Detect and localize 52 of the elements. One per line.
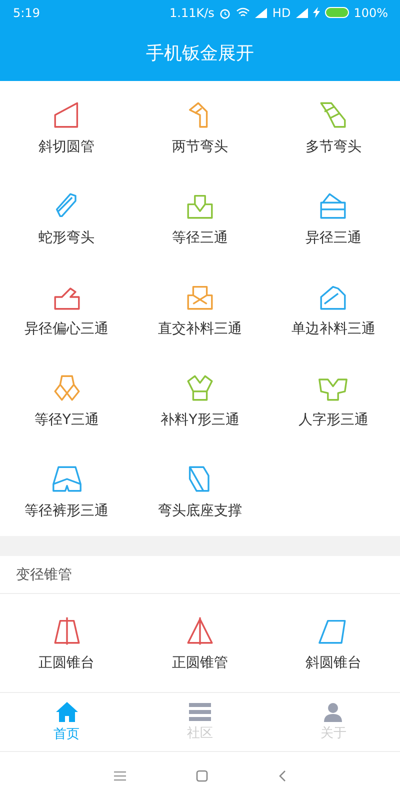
menu-label: 斜切圆管: [38, 138, 95, 156]
menu-item[interactable]: 等径Y三通: [0, 354, 134, 445]
menu-item[interactable]: 单边补料三通: [266, 263, 400, 354]
menu-item[interactable]: 多节弯头: [266, 81, 400, 172]
menu-item[interactable]: 斜切圆管: [0, 81, 134, 172]
menu-item[interactable]: 异径偏心三通: [0, 263, 134, 354]
list-icon: [188, 702, 211, 722]
menu-item[interactable]: 补料Y形三通: [133, 354, 267, 445]
back-icon[interactable]: [278, 770, 286, 782]
menu-item[interactable]: 异径三通: [266, 172, 400, 263]
menu-label: 异径偏心三通: [24, 320, 109, 338]
menu-label: 直交补料三通: [158, 320, 242, 338]
network-type: HD: [272, 6, 291, 20]
menu-label: 正圆锥台: [38, 654, 95, 672]
menu-label: 多节弯头: [305, 138, 362, 156]
menu-item[interactable]: 等径裤形三通: [0, 445, 134, 536]
alarm-icon: [219, 6, 232, 18]
section-title: 变径锥管: [16, 566, 72, 584]
menu-item[interactable]: 蛇形弯头: [0, 172, 134, 263]
bolt-icon: [312, 7, 320, 18]
battery-icon: [324, 7, 349, 18]
menu-item[interactable]: 正圆锥管: [133, 594, 267, 691]
signal-icon: [255, 8, 268, 18]
menu-item[interactable]: 斜圆锥台: [266, 594, 400, 691]
menu-label: 等径裤形三通: [24, 502, 109, 520]
wifi-icon: [236, 7, 250, 18]
menu-icon[interactable]: [114, 771, 126, 781]
menu-label: 异径三通: [305, 228, 362, 246]
signal-icon: [296, 8, 308, 18]
person-icon: [323, 702, 344, 722]
menu-label: 等径Y三通: [34, 410, 99, 428]
menu-item[interactable]: 直交补料三通: [133, 263, 267, 354]
menu-label: 两节弯头: [172, 138, 228, 156]
menu-item[interactable]: 正圆锥台: [0, 594, 134, 691]
menu-label: 等径三通: [172, 228, 228, 246]
menu-item[interactable]: 等径三通: [133, 172, 267, 263]
menu-item[interactable]: 弯头底座支撑: [133, 445, 267, 536]
menu-label: 蛇形弯头: [38, 228, 95, 246]
network-speed: 1.11K/s: [170, 6, 214, 20]
menu-label: 正圆锥管: [172, 654, 228, 672]
menu-item[interactable]: 两节弯头: [133, 81, 267, 172]
status-time: 5:19: [13, 6, 40, 20]
menu-label: 单边补料三通: [291, 320, 376, 338]
menu-label: 人字形三通: [298, 410, 368, 428]
menu-label: 斜圆锥台: [305, 654, 362, 672]
menu-label: 弯头底座支撑: [158, 502, 242, 520]
menu-item[interactable]: 人字形三通: [266, 354, 400, 445]
home-icon: [54, 701, 79, 723]
menu-label: 补料Y形三通: [160, 410, 240, 428]
battery-level: 100%: [354, 6, 388, 20]
home-button-icon[interactable]: [196, 770, 208, 782]
page-title: 手机钣金展开: [146, 42, 254, 65]
